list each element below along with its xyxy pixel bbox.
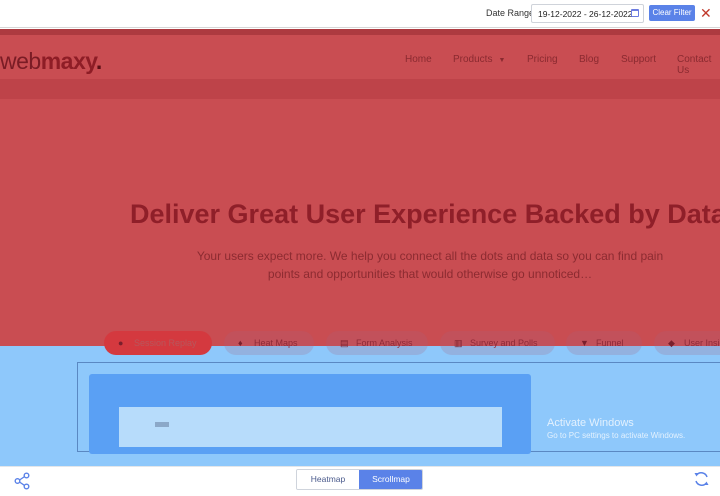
nav-products[interactable]: Products ▼ [453, 54, 505, 65]
flame-icon: ♦ [238, 338, 243, 348]
filter-bar: Date Range 19-12-2022 - 26-12-2022 Clear… [0, 0, 720, 28]
preview-panel-inner [119, 407, 502, 447]
windows-watermark-title: Activate Windows [547, 417, 634, 429]
nav-products-label: Products [453, 54, 493, 65]
hero-subtext-line1: Your users expect more. We help you conn… [196, 249, 664, 263]
feature-heat-maps[interactable]: ♦ Heat Maps [224, 331, 314, 355]
calendar-icon[interactable] [631, 9, 639, 17]
logo-dot: . [95, 48, 102, 74]
feature-label: User Insights [684, 338, 720, 348]
hero-headline: Deliver Great User Experience Backed by … [130, 199, 720, 229]
users-icon: ◆ [668, 338, 675, 348]
page-preview: webmaxy. Home Products ▼ Pricing Blog Sup… [0, 29, 720, 466]
date-range-label: Date Range [486, 8, 535, 18]
scrollmap-hot-zone: webmaxy. Home Products ▼ Pricing Blog Sup… [0, 29, 720, 346]
feature-form-analysis[interactable]: ▤ Form Analysis [326, 331, 428, 355]
windows-watermark-subtitle: Go to PC settings to activate Windows. [547, 431, 686, 440]
header-shadow [0, 79, 720, 99]
site-logo[interactable]: webmaxy. [0, 48, 102, 75]
feature-funnel[interactable]: ▼ Funnel [566, 331, 642, 355]
feature-label: Survey and Polls [470, 338, 538, 348]
clear-filter-button[interactable]: Clear Filter [649, 5, 695, 21]
caret-down-icon: ▼ [498, 57, 506, 64]
feature-session-replay[interactable]: ● Session Replay [104, 331, 212, 355]
date-range-input[interactable]: 19-12-2022 - 26-12-2022 [531, 4, 644, 23]
nav-contact[interactable]: Contact Us [677, 54, 720, 76]
play-icon: ● [118, 338, 124, 348]
feature-survey-polls[interactable]: ▥ Survey and Polls [440, 331, 555, 355]
filter-icon: ▼ [580, 338, 589, 348]
nav-blog[interactable]: Blog [579, 54, 599, 65]
heatmap-tab[interactable]: Heatmap [297, 470, 359, 489]
logo-text-web: web [0, 48, 41, 74]
logo-text-maxy: maxy [40, 48, 97, 74]
share-icon[interactable] [14, 472, 30, 490]
feature-label: Heat Maps [254, 338, 298, 348]
chart-icon: ▥ [454, 338, 463, 348]
preview-panel-mark [155, 422, 169, 427]
hero-subtext-line2: points and opportunities that would othe… [267, 267, 593, 281]
map-mode-toggle: Heatmap Scrollmap [296, 469, 423, 490]
close-icon[interactable]: ✕ [700, 6, 712, 20]
feature-label: Session Replay [134, 338, 197, 348]
scrollmap-tab[interactable]: Scrollmap [359, 470, 422, 489]
nav-home[interactable]: Home [405, 54, 432, 65]
nav-support[interactable]: Support [621, 54, 656, 65]
bottom-toolbar: Heatmap Scrollmap [0, 466, 720, 496]
refresh-icon[interactable] [693, 470, 710, 488]
feature-label: Funnel [596, 338, 624, 348]
feature-label: Form Analysis [356, 338, 413, 348]
feature-user-insights[interactable]: ◆ User Insights [654, 331, 720, 355]
date-range-value: 19-12-2022 - 26-12-2022 [538, 9, 633, 19]
nav-pricing[interactable]: Pricing [527, 54, 558, 65]
document-icon: ▤ [340, 338, 349, 348]
hero-top-border [0, 29, 720, 35]
